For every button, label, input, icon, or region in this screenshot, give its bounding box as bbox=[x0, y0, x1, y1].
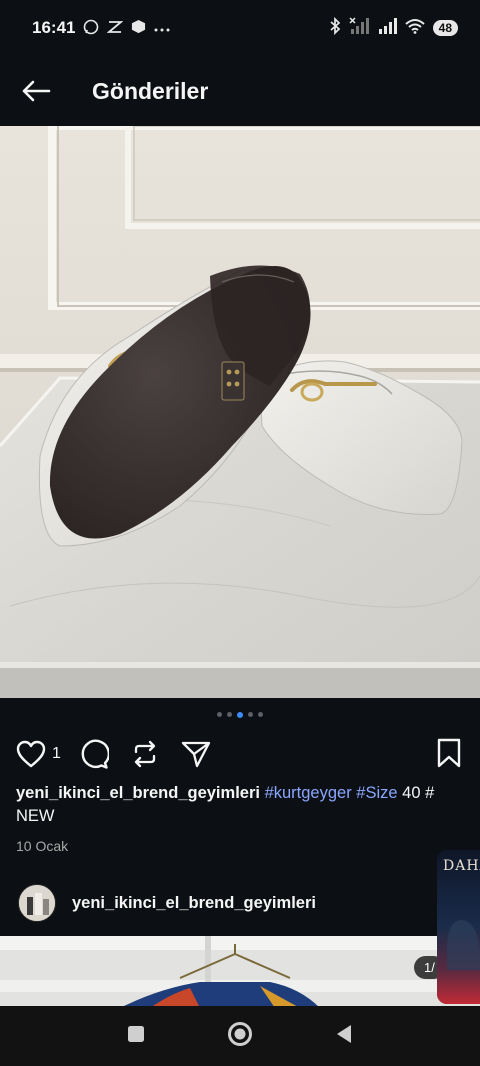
avatar[interactable] bbox=[18, 884, 56, 922]
capcut-icon bbox=[106, 19, 124, 38]
wifi-icon bbox=[404, 18, 425, 38]
recents-square-icon bbox=[128, 1025, 144, 1042]
system-nav-bar bbox=[0, 1006, 480, 1066]
home-button[interactable] bbox=[227, 1021, 253, 1052]
signal-muted-icon bbox=[349, 17, 369, 39]
save-button[interactable] bbox=[436, 738, 462, 773]
status-left: 16:41 bbox=[32, 18, 170, 38]
carousel-dot bbox=[217, 712, 222, 717]
post-actions: 1 bbox=[0, 732, 480, 776]
next-post-username[interactable]: yeni_ikinci_el_brend_geyimleri bbox=[72, 894, 316, 913]
carousel-dot-active bbox=[237, 711, 243, 718]
back-button[interactable] bbox=[0, 56, 72, 126]
caption-username[interactable]: yeni_ikinci_el_brend_geyimleri bbox=[16, 784, 260, 802]
repost-button[interactable] bbox=[131, 740, 159, 768]
battery-indicator: 48 bbox=[432, 20, 458, 36]
repost-icon bbox=[134, 740, 156, 768]
send-icon bbox=[181, 741, 211, 768]
signal-icon bbox=[377, 17, 397, 39]
status-right: 48 bbox=[329, 16, 458, 39]
share-button[interactable] bbox=[181, 740, 211, 768]
like-button[interactable] bbox=[16, 740, 46, 768]
comment-button[interactable] bbox=[79, 739, 109, 769]
carousel-dot bbox=[227, 712, 232, 717]
carousel-dot bbox=[248, 712, 253, 717]
bookmark-icon bbox=[437, 738, 461, 768]
heart-icon bbox=[16, 740, 46, 768]
floating-promo-card[interactable]: DAHA bbox=[437, 850, 480, 1004]
comment-icon bbox=[81, 739, 109, 769]
recents-button[interactable] bbox=[127, 1025, 145, 1048]
whatsapp-icon bbox=[83, 19, 99, 38]
carousel-indicator bbox=[0, 711, 480, 718]
back-triangle-icon bbox=[337, 1024, 351, 1043]
status-time: 16:41 bbox=[32, 18, 76, 37]
back-nav-button[interactable] bbox=[335, 1024, 353, 1049]
post-caption: yeni_ikinci_el_brend_geyimleri #kurtgeyg… bbox=[16, 782, 464, 828]
status-bar: 16:41 48 bbox=[0, 0, 480, 56]
post-image[interactable] bbox=[0, 126, 480, 698]
floating-card-text: DAHA bbox=[443, 858, 480, 874]
post-date: 10 Ocak bbox=[16, 838, 69, 854]
caption-hashtags[interactable]: #kurtgeyger #Size bbox=[265, 784, 398, 802]
more-dots-icon bbox=[154, 20, 170, 36]
like-count[interactable]: 1 bbox=[52, 745, 61, 763]
next-post-image[interactable] bbox=[0, 936, 480, 1008]
home-circle-icon bbox=[228, 1021, 252, 1046]
arrow-left-icon bbox=[22, 80, 51, 102]
carousel-dot bbox=[258, 712, 263, 717]
bluetooth-icon bbox=[329, 16, 341, 39]
box-icon bbox=[131, 19, 146, 37]
app-header: Gönderiler bbox=[0, 56, 480, 126]
page-title: Gönderiler bbox=[92, 77, 209, 104]
next-post-header: yeni_ikinci_el_brend_geyimleri bbox=[18, 884, 316, 922]
